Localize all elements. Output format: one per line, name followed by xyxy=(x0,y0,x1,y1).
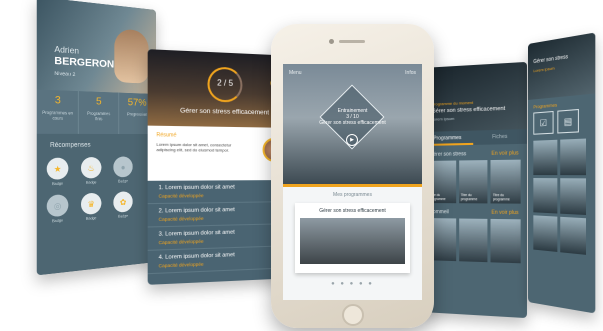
section-header: Sommeil En voir plus xyxy=(422,203,527,219)
badge-label: Badge xyxy=(118,213,128,219)
play-icon[interactable]: ▶ xyxy=(346,134,358,146)
program-card-title: Gérer son stress efficacement xyxy=(319,208,386,214)
programme-thumbs xyxy=(422,218,527,264)
detail-tile[interactable] xyxy=(533,139,558,176)
menu-link[interactable]: Menu xyxy=(289,70,302,76)
app-showcase: Adrien BERGERON Niveau 2 3 Programmes en… xyxy=(0,0,603,331)
detail-tile[interactable] xyxy=(533,178,558,214)
my-programs-title: Mes programmes xyxy=(333,192,372,198)
badge-item[interactable]: ♨ Badge xyxy=(80,156,102,185)
tab-fiches[interactable]: Fiches xyxy=(473,129,527,145)
stat-label: Programmes en cours xyxy=(42,109,73,121)
stat-value: 5 xyxy=(96,95,102,108)
step-title: 2. Lorem ipsum dolor sit amet xyxy=(158,206,235,215)
program-card[interactable]: Gérer son stress efficacement xyxy=(295,203,410,273)
detail-tile[interactable] xyxy=(560,216,587,255)
avatar xyxy=(114,28,149,84)
check-icon[interactable]: ☑ xyxy=(533,110,554,135)
stat-item: 5 Programmes finis xyxy=(79,91,119,134)
medal-icon: ● xyxy=(113,156,133,178)
badge-label: Badge xyxy=(86,216,97,221)
step-title: 1. Lorem ipsum dolor sit amet xyxy=(158,184,235,192)
section-header: Gérer son stress En voir plus xyxy=(422,144,527,161)
star-icon: ★ xyxy=(46,157,69,180)
home-button[interactable] xyxy=(342,304,364,326)
see-more-link[interactable]: En voir plus xyxy=(491,150,518,157)
training-label: Entrainement 3 / 10 Gérer son stress eff… xyxy=(303,108,402,126)
stat-item: 3 Programmes en cours xyxy=(36,89,80,134)
profile-level: Niveau 2 xyxy=(54,70,76,79)
session-progress: 2 / 5 xyxy=(217,78,234,88)
profile-screen: Adrien BERGERON Niveau 2 3 Programmes en… xyxy=(36,0,157,276)
see-more-link[interactable]: En voir plus xyxy=(491,210,518,217)
pagination-dots[interactable]: ● ● ● ● ● xyxy=(283,281,422,287)
detail-tiles xyxy=(528,138,595,256)
step-sub: Capacité développée xyxy=(158,192,204,199)
programmes-header: Programme du moment Gérer son stress eff… xyxy=(422,61,527,132)
badge-label: Badge xyxy=(86,180,97,185)
camera-icon xyxy=(329,39,334,44)
badge-item[interactable]: ◎ Badge xyxy=(46,194,70,224)
detail-header: Gérer son stress Lorem ipsum xyxy=(528,32,596,101)
detail-tile[interactable] xyxy=(533,215,558,252)
info-link[interactable]: Infos xyxy=(405,70,416,76)
badge-label: Badge xyxy=(52,218,64,224)
programme-thumb[interactable]: Titre du programme xyxy=(458,160,488,204)
detail-tile[interactable] xyxy=(560,138,587,176)
step-sub: Capacité développée xyxy=(158,215,204,222)
profile-last-name: BERGERON xyxy=(54,55,115,71)
detail-tile[interactable] xyxy=(560,178,587,216)
profile-stats: 3 Programmes en cours 5 Programmes finis… xyxy=(36,89,157,134)
detail-icons: ☑ ▤ xyxy=(528,108,595,141)
trophy-icon: ♛ xyxy=(80,192,102,215)
notebook-icon[interactable]: ▤ xyxy=(557,108,579,134)
speaker-grille xyxy=(339,40,365,43)
detail-screen: Gérer son stress Lorem ipsum Programmes … xyxy=(528,32,596,314)
program-card-image xyxy=(300,218,405,264)
badge-item[interactable]: ★ Badge xyxy=(46,157,70,187)
badge-label: Badge xyxy=(52,181,64,187)
section-title: Gérer son stress xyxy=(429,151,467,158)
training-sub: Gérer son stress efficacement xyxy=(319,120,386,126)
thumb-caption: Titre du programme xyxy=(460,193,478,202)
rewards-title: Récompenses xyxy=(50,142,91,150)
programmes-screen: Programme du moment Gérer son stress eff… xyxy=(422,61,527,319)
programme-thumb[interactable]: Titre du programme xyxy=(490,159,521,204)
summary-text: Lorem ipsum dolor sit amet, consectetur … xyxy=(156,141,232,153)
programmes-subtitle: Lorem ipsum xyxy=(431,115,455,122)
phone-screen: Menu Infos Entrainement 3 / 10 Gérer son… xyxy=(283,64,422,300)
programmes-tabs: Programmes Fiches xyxy=(422,129,527,146)
badge-item[interactable]: ♛ Badge xyxy=(80,192,102,222)
profile-header: Adrien BERGERON Niveau 2 xyxy=(36,0,157,95)
lock-icon: ◎ xyxy=(46,194,69,218)
top-nav: Menu Infos xyxy=(289,70,416,76)
programme-thumbs: Titre du programme Titre du programme Ti… xyxy=(422,159,527,204)
training-header: Menu Infos Entrainement 3 / 10 Gérer son… xyxy=(283,64,422,184)
programme-thumb[interactable] xyxy=(458,218,488,263)
stat-label: Programmes finis xyxy=(87,110,111,122)
badge-item[interactable]: ● Badge xyxy=(112,156,133,184)
stat-value: 3 xyxy=(54,94,61,107)
thumb-caption: Titre du programme xyxy=(492,193,510,202)
flame-icon: ♨ xyxy=(80,156,102,179)
session-title: Gérer son stress efficacement xyxy=(180,107,270,117)
badge-label: Badge xyxy=(118,179,128,184)
ribbon-icon: ✿ xyxy=(113,191,133,213)
step-sub: Capacité développée xyxy=(158,238,204,246)
profile-first-name: Adrien xyxy=(54,44,80,56)
badge-item[interactable]: ✿ Badge xyxy=(112,191,133,219)
phone-device: Menu Infos Entrainement 3 / 10 Gérer son… xyxy=(271,24,434,328)
badges-grid: ★ Badge ♨ Badge ● Badge ◎ Badge ♛ Badge ✿ Badg… xyxy=(37,152,156,229)
programme-thumb[interactable] xyxy=(490,218,521,264)
